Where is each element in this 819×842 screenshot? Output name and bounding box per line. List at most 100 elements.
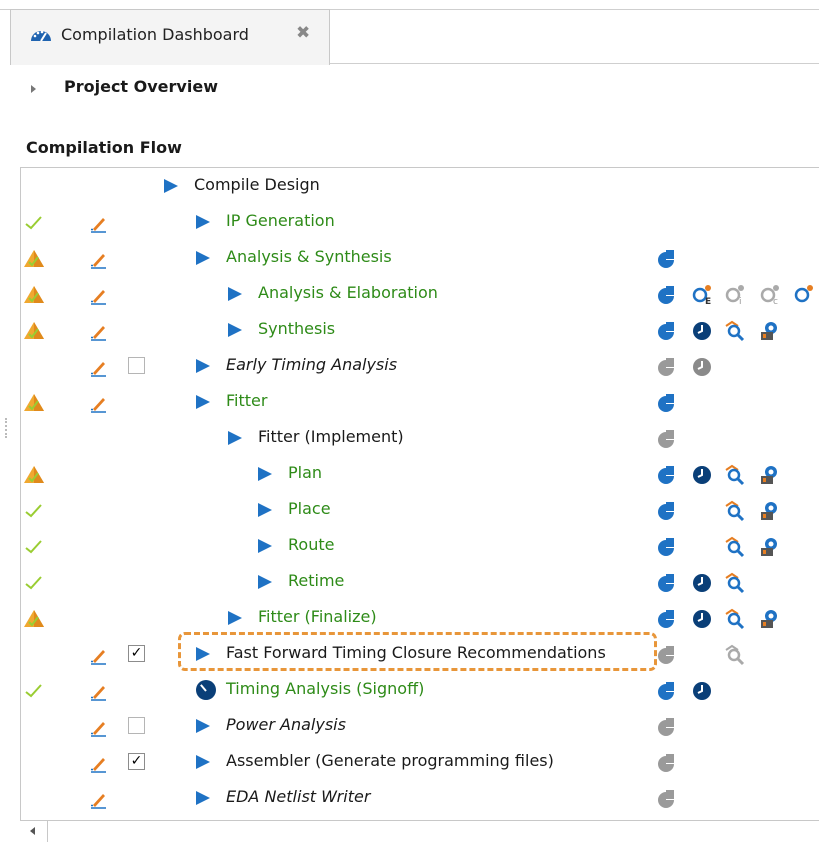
edit-settings-icon[interactable] xyxy=(88,213,110,239)
flow-row[interactable]: Fitter (Implement) xyxy=(21,420,819,456)
report-gray-icon[interactable] xyxy=(655,428,677,454)
play-icon[interactable] xyxy=(196,755,210,769)
play-icon[interactable] xyxy=(258,539,272,553)
edit-settings-icon[interactable] xyxy=(88,321,110,347)
task-label[interactable]: Route xyxy=(288,535,334,554)
task-label[interactable]: IP Generation xyxy=(226,211,335,230)
play-icon[interactable] xyxy=(228,287,242,301)
report-icon[interactable] xyxy=(655,536,677,562)
task-label[interactable]: Fitter (Implement) xyxy=(258,427,404,446)
play-icon[interactable] xyxy=(228,611,242,625)
netlist-viewer-icon[interactable] xyxy=(759,464,781,490)
play-icon[interactable] xyxy=(228,431,242,445)
flow-row[interactable]: Retime xyxy=(21,564,819,600)
task-label[interactable]: Synthesis xyxy=(258,319,335,338)
flow-row[interactable]: Place xyxy=(21,492,819,528)
report-icon[interactable] xyxy=(655,572,677,598)
report-gray-icon[interactable] xyxy=(655,788,677,814)
flow-row[interactable]: Route xyxy=(21,528,819,564)
play-icon[interactable] xyxy=(196,719,210,733)
netlist-viewer-icon[interactable] xyxy=(759,608,781,634)
edit-settings-icon[interactable] xyxy=(88,789,110,815)
report-icon[interactable] xyxy=(655,392,677,418)
horizontal-scrollbar[interactable] xyxy=(20,820,819,842)
task-label[interactable]: Retime xyxy=(288,571,344,590)
report-icon[interactable] xyxy=(655,464,677,490)
netlist-viewer-icon[interactable] xyxy=(759,536,781,562)
timing-clock-icon[interactable] xyxy=(691,464,713,490)
task-label[interactable]: Place xyxy=(288,499,331,518)
chip-planner-icon[interactable] xyxy=(724,464,746,490)
chip-planner-icon[interactable] xyxy=(724,320,746,346)
edit-settings-icon[interactable] xyxy=(88,645,110,671)
flow-row[interactable]: Analysis & Synthesis xyxy=(21,240,819,276)
play-icon[interactable] xyxy=(258,467,272,481)
play-icon[interactable] xyxy=(228,323,242,337)
scroll-track[interactable] xyxy=(47,821,48,842)
report-gray-icon[interactable] xyxy=(655,752,677,778)
chip-planner-gray-icon[interactable] xyxy=(724,644,746,670)
play-icon[interactable] xyxy=(196,359,210,373)
task-label[interactable]: Early Timing Analysis xyxy=(226,355,397,374)
edit-settings-icon[interactable] xyxy=(88,249,110,275)
flow-row[interactable]: IP Generation xyxy=(21,204,819,240)
flow-row[interactable]: ✓ Assembler (Generate programming files) xyxy=(21,744,819,780)
query-partial-icon[interactable] xyxy=(793,284,815,310)
task-label[interactable]: Timing Analysis (Signoff) xyxy=(226,679,424,698)
query-gray-icon[interactable]: i xyxy=(724,284,746,310)
enable-checkbox[interactable] xyxy=(128,717,145,734)
task-label[interactable]: Compile Design xyxy=(194,175,320,194)
timing-clock-icon[interactable] xyxy=(691,680,713,706)
timing-clock-icon[interactable] xyxy=(691,572,713,598)
scroll-left-icon[interactable] xyxy=(30,827,35,835)
task-label[interactable]: EDA Netlist Writer xyxy=(226,787,370,806)
report-icon[interactable] xyxy=(655,320,677,346)
play-icon[interactable] xyxy=(196,395,210,409)
task-label[interactable]: Analysis & Synthesis xyxy=(226,247,392,266)
flow-row[interactable]: Compile Design xyxy=(21,168,819,204)
play-icon[interactable] xyxy=(196,791,210,805)
flow-row[interactable]: EDA Netlist Writer xyxy=(21,780,819,816)
task-label[interactable]: Plan xyxy=(288,463,322,482)
report-gray-icon[interactable] xyxy=(655,644,677,670)
timing-clock-icon[interactable] xyxy=(691,608,713,634)
chip-planner-icon[interactable] xyxy=(724,500,746,526)
compare-gray-icon[interactable]: c xyxy=(759,284,781,310)
play-icon[interactable] xyxy=(196,251,210,265)
flow-row[interactable]: Plan xyxy=(21,456,819,492)
netlist-viewer-icon[interactable] xyxy=(759,500,781,526)
report-gray-icon[interactable] xyxy=(655,356,677,382)
report-icon[interactable] xyxy=(655,608,677,634)
report-icon[interactable] xyxy=(655,284,677,310)
enable-checkbox[interactable] xyxy=(128,357,145,374)
edit-settings-icon[interactable] xyxy=(88,717,110,743)
chip-planner-icon[interactable] xyxy=(724,608,746,634)
expand-arrow-icon[interactable] xyxy=(31,85,36,93)
play-icon[interactable] xyxy=(196,215,210,229)
enable-checkbox[interactable]: ✓ xyxy=(128,645,145,662)
edit-settings-icon[interactable] xyxy=(88,753,110,779)
elab-icon[interactable]: E xyxy=(691,284,713,310)
tab-compilation-dashboard[interactable]: Compilation Dashboard ✖ xyxy=(10,9,330,65)
flow-row[interactable]: Early Timing Analysis xyxy=(21,348,819,384)
play-icon[interactable] xyxy=(258,575,272,589)
flow-row[interactable]: Fitter xyxy=(21,384,819,420)
enable-checkbox[interactable]: ✓ xyxy=(128,753,145,770)
close-icon[interactable]: ✖ xyxy=(296,23,310,43)
task-label[interactable]: Analysis & Elaboration xyxy=(258,283,438,302)
timing-clock-gray-icon[interactable] xyxy=(691,356,713,382)
flow-row[interactable]: Power Analysis xyxy=(21,708,819,744)
flow-row[interactable]: Synthesis xyxy=(21,312,819,348)
timing-clock-icon[interactable] xyxy=(691,320,713,346)
edit-settings-icon[interactable] xyxy=(88,285,110,311)
task-label[interactable]: Assembler (Generate programming files) xyxy=(226,751,554,770)
task-label[interactable]: Fitter xyxy=(226,391,267,410)
flow-row[interactable]: Timing Analysis (Signoff) xyxy=(21,672,819,708)
edit-settings-icon[interactable] xyxy=(88,393,110,419)
netlist-viewer-icon[interactable] xyxy=(759,320,781,346)
report-icon[interactable] xyxy=(655,500,677,526)
task-label[interactable]: Power Analysis xyxy=(226,715,346,734)
edit-settings-icon[interactable] xyxy=(88,681,110,707)
edit-settings-icon[interactable] xyxy=(88,357,110,383)
chip-planner-icon[interactable] xyxy=(724,572,746,598)
